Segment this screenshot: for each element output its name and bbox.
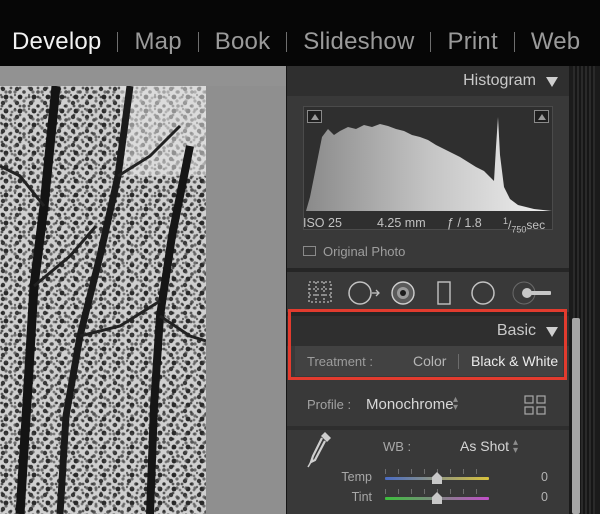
original-photo-checkbox[interactable] (303, 246, 316, 256)
graduated-filter-icon[interactable] (436, 280, 452, 306)
wb-dropdown[interactable]: As Shot (460, 438, 509, 454)
module-print[interactable]: Print (447, 27, 497, 57)
histogram-title: Histogram (463, 72, 536, 89)
right-panel: Histogram ISO 25 4.25 mm ƒ / 1.8 1/750se… (286, 66, 570, 514)
temp-value[interactable]: 0 (541, 470, 548, 484)
profile-browser-grid-icon[interactable] (524, 395, 546, 415)
photo-info-row: ISO 25 4.25 mm ƒ / 1.8 1/750sec (303, 214, 553, 234)
histogram-header[interactable]: Histogram (287, 66, 570, 96)
module-separator (197, 32, 199, 52)
module-separator (430, 32, 432, 52)
module-picker-bar: Develop Map Book Slideshow Print Web (0, 0, 600, 66)
temp-label: Temp (341, 470, 372, 484)
wb-label: WB : (383, 439, 412, 454)
module-separator (286, 32, 288, 52)
module-separator (117, 32, 119, 52)
module-develop[interactable]: Develop (12, 27, 101, 57)
photo-preview[interactable] (0, 86, 206, 514)
collapse-triangle-icon[interactable] (546, 77, 558, 87)
module-separator (513, 32, 515, 52)
tint-slider-thumb[interactable] (432, 492, 442, 504)
canvas-background (206, 86, 286, 514)
radial-filter-icon[interactable] (470, 280, 496, 306)
photo-canvas[interactable] (0, 66, 286, 514)
temp-slider-row: Temp 0 (287, 468, 570, 488)
shutter-value: 1/750sec (503, 216, 546, 235)
module-web[interactable]: Web (531, 27, 581, 57)
profile-label: Profile : (307, 397, 352, 412)
eyedropper-icon[interactable] (305, 428, 335, 470)
profile-row: Profile : Monochrome ▴ ▾ (287, 388, 570, 422)
crop-overlay-icon[interactable] (307, 280, 333, 304)
focal-length-value: 4.25 mm (377, 216, 426, 230)
tree-photo-image (0, 86, 206, 514)
original-photo-toggle[interactable]: Original Photo (303, 242, 553, 262)
highlight-annotation-box (288, 309, 567, 380)
module-list: Develop Map Book Slideshow Print Web (12, 27, 580, 57)
spot-removal-icon[interactable] (347, 280, 381, 306)
module-book[interactable]: Book (215, 27, 271, 57)
temp-slider-thumb[interactable] (432, 472, 442, 484)
module-slideshow[interactable]: Slideshow (303, 27, 414, 57)
original-photo-label: Original Photo (323, 244, 406, 259)
profile-dropdown[interactable]: Monochrome (366, 396, 454, 413)
histogram-graph (306, 117, 552, 211)
shutter-unit: sec (526, 218, 546, 232)
module-map[interactable]: Map (134, 27, 181, 57)
adjustment-brush-icon[interactable] (511, 280, 553, 306)
tool-strip (287, 272, 570, 312)
shadow-clipping-button[interactable] (307, 110, 322, 123)
shutter-numerator: 1 (503, 216, 509, 226)
tint-label: Tint (351, 490, 372, 504)
panel-scrollbar-thumb[interactable] (572, 318, 580, 514)
highlight-clipping-button[interactable] (534, 110, 549, 123)
iso-value: ISO 25 (303, 216, 342, 230)
aperture-value: ƒ / 1.8 (447, 216, 482, 230)
red-eye-icon[interactable] (390, 280, 416, 306)
tint-slider-row: Tint 0 (287, 488, 570, 508)
tint-value[interactable]: 0 (541, 490, 548, 504)
shutter-denominator: 750 (511, 224, 527, 235)
profile-updown-icon[interactable]: ▴ ▾ (453, 395, 458, 413)
wb-updown-icon[interactable]: ▴ ▾ (513, 438, 518, 456)
histogram[interactable] (303, 106, 553, 230)
